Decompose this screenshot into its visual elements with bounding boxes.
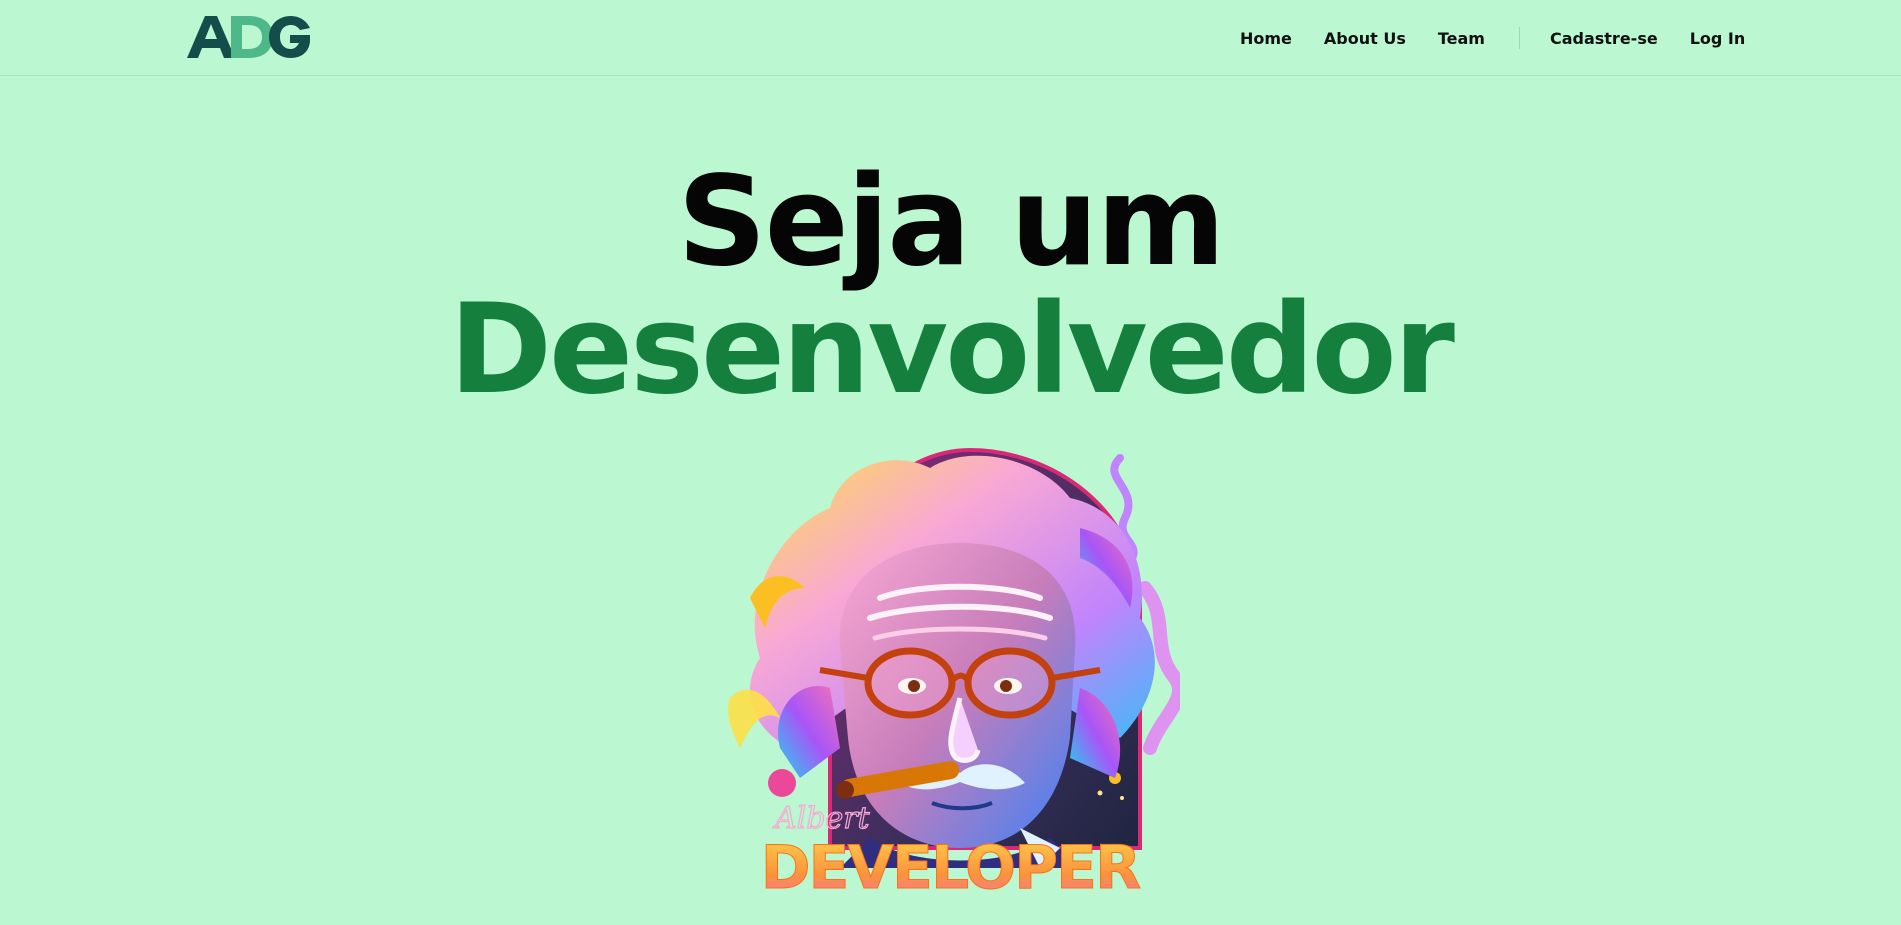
nav-about-us-link[interactable]: About Us	[1324, 29, 1406, 48]
login-link[interactable]: Log In	[1690, 29, 1746, 48]
hero-illustration: Albert DEVELOPER	[720, 447, 1187, 904]
hero-section: Seja um Desenvolvedor	[0, 160, 1901, 412]
hero-heading-line1: Seja um	[677, 150, 1225, 294]
hero-heading: Seja um Desenvolvedor	[0, 160, 1901, 412]
landing-page: Home About Us Team Cadastre-se Log In Se…	[0, 0, 1901, 925]
developer-caption: DEVELOPER	[761, 833, 1140, 900]
hero-heading-line2: Desenvolvedor	[449, 278, 1455, 422]
nav-divider	[1518, 27, 1520, 49]
site-logo[interactable]	[185, 14, 311, 60]
einstein-developer-art: Albert DEVELOPER	[728, 447, 1187, 904]
top-navbar: Home About Us Team Cadastre-se Log In	[0, 0, 1901, 76]
signup-link[interactable]: Cadastre-se	[1550, 29, 1658, 48]
logo-mark	[187, 16, 310, 58]
nav-team-link[interactable]: Team	[1438, 29, 1485, 48]
main-navigation: Home About Us Team Cadastre-se Log In	[1240, 0, 1777, 76]
nav-home-link[interactable]: Home	[1240, 29, 1292, 48]
signature-text: Albert	[772, 801, 871, 836]
